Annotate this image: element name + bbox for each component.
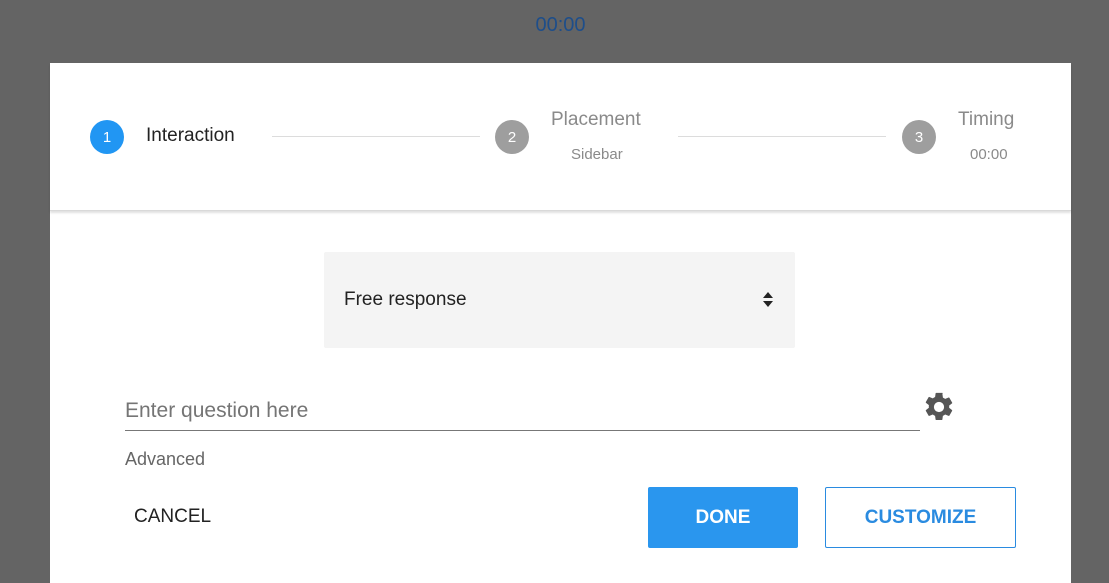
step-connector-1 <box>272 136 480 137</box>
interaction-type-select[interactable]: Free response <box>324 252 795 348</box>
step-2-subtitle: Sidebar <box>571 146 623 163</box>
step-connector-2 <box>678 136 886 137</box>
question-input[interactable] <box>125 391 920 431</box>
backdrop-left <box>0 0 50 583</box>
gear-icon[interactable] <box>922 390 956 424</box>
step-2-badge[interactable]: 2 <box>495 120 529 154</box>
header-timer: 00:00 <box>535 14 586 36</box>
step-1-title[interactable]: Interaction <box>146 125 235 147</box>
step-2-title[interactable]: Placement <box>551 109 641 131</box>
interaction-type-value: Free response <box>344 289 467 310</box>
cancel-button[interactable]: CANCEL <box>122 487 232 547</box>
step-3-badge[interactable]: 3 <box>902 120 936 154</box>
customize-button[interactable]: CUSTOMIZE <box>825 487 1016 548</box>
done-button[interactable]: DONE <box>648 487 798 548</box>
step-3-subtitle: 00:00 <box>970 146 1008 163</box>
step-3-title[interactable]: Timing <box>958 109 1014 131</box>
advanced-link[interactable]: Advanced <box>125 449 205 470</box>
stepper: 1 Interaction 2 Placement Sidebar 3 Timi… <box>50 63 1071 211</box>
backdrop-right <box>1071 0 1109 583</box>
interaction-dialog: 1 Interaction 2 Placement Sidebar 3 Timi… <box>50 63 1071 583</box>
step-1-badge[interactable]: 1 <box>90 120 124 154</box>
sort-arrows-icon <box>761 288 775 310</box>
